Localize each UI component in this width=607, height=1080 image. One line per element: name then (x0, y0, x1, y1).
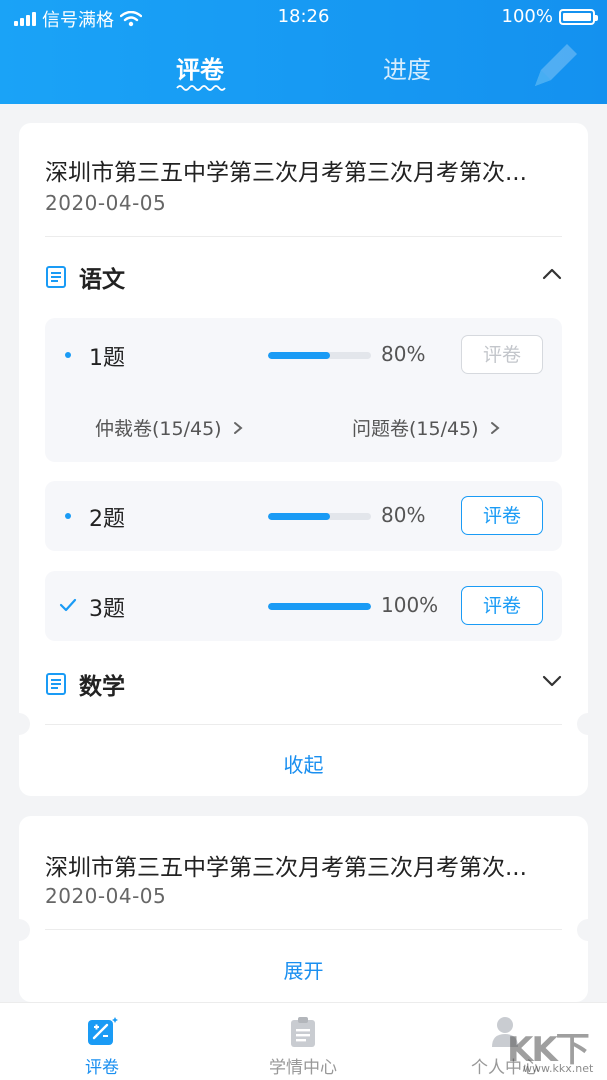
exam-title[interactable]: 深圳市第三五中学第三次月考第三次月考第次... (45, 848, 565, 882)
question-name: 1题 (89, 346, 125, 371)
progress-percent: 80% (381, 342, 426, 366)
ticket-notch (8, 919, 30, 941)
arbitration-label: 仲裁卷(15/45) (95, 418, 222, 440)
battery-percent: 100% (501, 6, 553, 27)
progress-fill (268, 513, 330, 520)
exam-card: 深圳市第三五中学第三次月考第三次月考第次... 2020-04-05 展开 (8, 816, 599, 1002)
grading-icon (88, 1017, 118, 1045)
clipboard-icon (291, 1017, 315, 1047)
subject-name: 数学 (79, 674, 125, 700)
question-item: 3题 100% 评卷 (45, 571, 562, 641)
nav-label: 学情中心 (269, 1058, 337, 1078)
ticket-notch (577, 919, 599, 941)
nav-item-grading[interactable]: 评卷 (27, 1003, 177, 1080)
progress-bar (268, 352, 371, 359)
question-item: 1题 80% 评卷 仲裁卷(15/45) 问题卷(15/45) (45, 318, 562, 462)
header-tabs: 评卷 进度 (0, 50, 607, 91)
chevron-right-icon (490, 422, 500, 434)
exam-title[interactable]: 深圳市第三五中学第三次月考第三次月考第次... (45, 153, 565, 187)
tab-grading[interactable]: 评卷 (176, 50, 224, 85)
chevron-right-icon (233, 422, 243, 434)
subject-header-math[interactable]: 数学 (45, 666, 562, 702)
question-row: 2题 80% 评卷 (45, 496, 562, 536)
divider (45, 236, 562, 237)
collapse-button[interactable]: 收起 (19, 749, 588, 778)
document-icon (46, 673, 66, 695)
exam-date: 2020-04-05 (45, 191, 167, 215)
problem-paper-link[interactable]: 问题卷(15/45) (352, 414, 501, 441)
arbitration-link[interactable]: 仲裁卷(15/45) (95, 414, 244, 441)
watermark-url: www.kkx.net (523, 1062, 594, 1075)
subject-header-chinese[interactable]: 语文 (45, 259, 562, 295)
question-item: 2题 80% 评卷 (45, 481, 562, 551)
bullet-icon (65, 513, 71, 519)
divider (45, 724, 562, 725)
status-right: 100% (501, 6, 598, 27)
progress-fill (268, 603, 371, 610)
progress-percent: 80% (381, 503, 426, 527)
nav-label: 评卷 (85, 1058, 119, 1078)
exam-date: 2020-04-05 (45, 884, 167, 908)
status-bar: 信号满格 18:26 100% (0, 0, 607, 34)
grade-button[interactable]: 评卷 (461, 335, 543, 374)
watermark-logo: KK下载 www.kkx.net (493, 1020, 603, 1080)
ticket-notch (577, 713, 599, 735)
progress-bar (268, 603, 371, 610)
document-icon (46, 266, 66, 288)
grade-button[interactable]: 评卷 (461, 586, 543, 625)
battery-icon (559, 8, 598, 25)
ticket-notch (8, 713, 30, 735)
pencil-icon (535, 44, 577, 86)
bullet-icon (65, 352, 71, 358)
divider (45, 929, 562, 930)
check-icon (59, 598, 77, 612)
progress-percent: 100% (381, 593, 439, 617)
expand-button[interactable]: 展开 (19, 955, 588, 984)
problem-paper-label: 问题卷(15/45) (352, 418, 479, 440)
question-name: 2题 (89, 507, 125, 532)
subject-name: 语文 (79, 267, 125, 293)
question-row: 3题 100% 评卷 (45, 586, 562, 626)
progress-fill (268, 352, 330, 359)
exam-card: 深圳市第三五中学第三次月考第三次月考第次... 2020-04-05 语文 1题… (8, 123, 599, 796)
chevron-down-icon[interactable] (542, 674, 562, 688)
tab-progress[interactable]: 进度 (383, 50, 431, 85)
grade-button[interactable]: 评卷 (461, 496, 543, 535)
app-header: 信号满格 18:26 100% 评卷 进度 (0, 0, 607, 104)
question-row: 1题 80% 评卷 (45, 335, 562, 375)
question-name: 3题 (89, 597, 125, 622)
nav-item-analytics[interactable]: 学情中心 (228, 1003, 378, 1080)
progress-bar (268, 513, 371, 520)
active-tab-indicator (176, 85, 226, 91)
chevron-up-icon[interactable] (542, 267, 562, 281)
